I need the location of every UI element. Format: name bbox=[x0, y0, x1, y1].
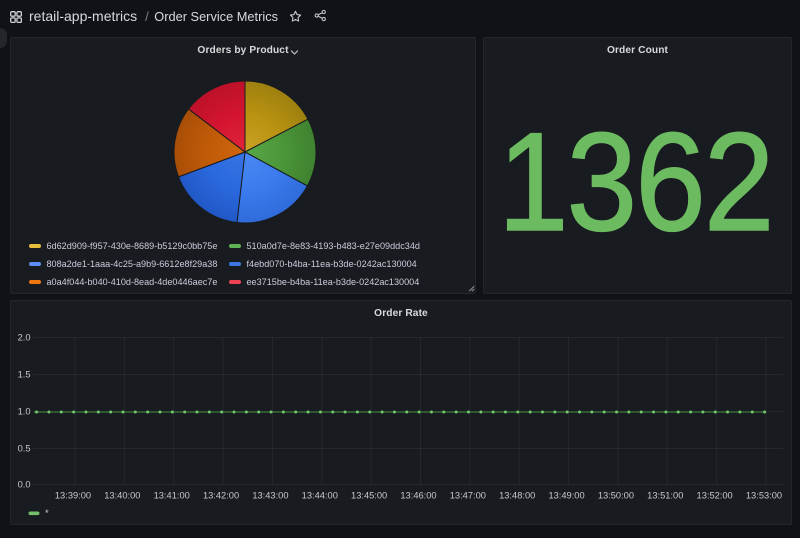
svg-text:1.5: 1.5 bbox=[18, 370, 31, 380]
svg-text:13:46:00: 13:46:00 bbox=[400, 491, 436, 501]
svg-text:13:48:00: 13:48:00 bbox=[499, 491, 535, 501]
svg-text:*: * bbox=[45, 508, 49, 519]
svg-text:1.0: 1.0 bbox=[18, 407, 31, 417]
svg-text:13:50:00: 13:50:00 bbox=[598, 491, 634, 501]
svg-text:13:39:00: 13:39:00 bbox=[55, 491, 91, 501]
svg-text:13:45:00: 13:45:00 bbox=[351, 491, 387, 501]
svg-text:13:43:00: 13:43:00 bbox=[252, 491, 288, 501]
svg-text:13:41:00: 13:41:00 bbox=[154, 491, 190, 501]
svg-text:13:51:00: 13:51:00 bbox=[647, 491, 683, 501]
svg-text:13:44:00: 13:44:00 bbox=[302, 491, 338, 501]
svg-text:13:42:00: 13:42:00 bbox=[203, 491, 239, 501]
svg-text:0.0: 0.0 bbox=[18, 480, 31, 490]
svg-text:13:49:00: 13:49:00 bbox=[548, 491, 584, 501]
svg-text:13:47:00: 13:47:00 bbox=[450, 491, 486, 501]
svg-text:0.5: 0.5 bbox=[18, 444, 31, 454]
svg-text:13:53:00: 13:53:00 bbox=[746, 491, 782, 501]
svg-text:13:40:00: 13:40:00 bbox=[104, 491, 140, 501]
svg-text:2.0: 2.0 bbox=[18, 333, 31, 343]
svg-text:13:52:00: 13:52:00 bbox=[697, 491, 733, 501]
